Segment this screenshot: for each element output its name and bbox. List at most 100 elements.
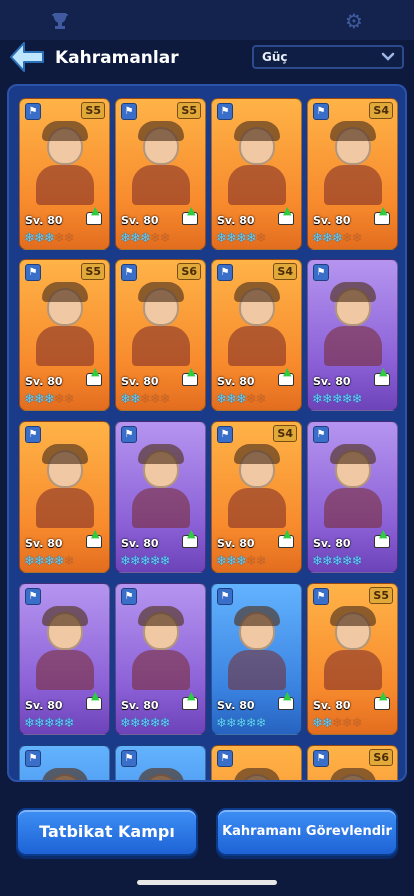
hero-card[interactable]: ⚑ S5 Sv. 80 ▲ ❄❄❄❄❄: [115, 98, 206, 250]
hero-portrait: [320, 282, 386, 366]
gear-upgrade-icon: ▲: [180, 527, 200, 549]
star-filled-icon: ❄: [149, 716, 161, 731]
hero-rank-badge: S5: [81, 263, 105, 280]
gear-icon[interactable]: ⚙: [343, 10, 365, 32]
star-filled-icon: ❄: [53, 554, 65, 569]
star-filled-icon: ❄: [129, 231, 141, 246]
star-filled-icon: ❄: [43, 392, 55, 407]
gear-upgrade-icon: ▲: [84, 689, 104, 711]
hero-list-panel[interactable]: ⚑ S5 Sv. 80 ▲ ❄❄❄❄❄ ⚑ S5 Sv. 80 ▲ ❄❄❄❄❄ ⚑ Sv. 80 ▲ ❄❄…: [7, 84, 407, 782]
star-filled-icon: ❄: [321, 716, 333, 731]
star-filled-icon: ❄: [159, 716, 171, 731]
star-empty-icon: ❄: [255, 554, 267, 569]
star-filled-icon: ❄: [341, 554, 353, 569]
star-filled-icon: ❄: [331, 392, 343, 407]
hero-class-icon: ⚑: [313, 588, 329, 605]
star-filled-icon: ❄: [159, 554, 171, 569]
hero-card[interactable]: ⚑ Sv. 80 ▲ ❄❄❄❄❄: [115, 583, 206, 735]
hero-class-icon: ⚑: [217, 750, 233, 767]
hero-card[interactable]: ⚑: [211, 745, 302, 780]
hero-level: Sv. 80: [217, 699, 255, 712]
star-filled-icon: ❄: [312, 716, 323, 731]
chevron-down-icon: [381, 49, 395, 65]
star-filled-icon: ❄: [351, 554, 363, 569]
star-filled-icon: ❄: [312, 554, 323, 569]
hero-portrait: [224, 768, 290, 780]
star-filled-icon: ❄: [120, 554, 131, 569]
hero-level: Sv. 80: [313, 699, 351, 712]
hero-level: Sv. 80: [217, 375, 255, 388]
gear-upgrade-icon: ▲: [372, 204, 392, 226]
hero-card[interactable]: ⚑ S5 Sv. 80 ▲ ❄❄❄❄❄: [307, 583, 398, 735]
star-filled-icon: ❄: [139, 554, 151, 569]
hero-card[interactable]: ⚑ Sv. 80 ▲ ❄❄❄❄❄: [211, 583, 302, 735]
gear-upgrade-icon: ▲: [180, 689, 200, 711]
star-filled-icon: ❄: [216, 716, 227, 731]
hero-card[interactable]: ⚑ Sv. 80 ▲ ❄❄❄❄❄: [115, 421, 206, 573]
star-filled-icon: ❄: [216, 231, 227, 246]
trophy-icon[interactable]: [49, 10, 71, 32]
hero-card[interactable]: ⚑ S6: [307, 745, 398, 780]
hero-card[interactable]: ⚑ S4 Sv. 80 ▲ ❄❄❄❄❄: [211, 421, 302, 573]
star-filled-icon: ❄: [24, 716, 35, 731]
star-empty-icon: ❄: [159, 231, 171, 246]
hero-card[interactable]: ⚑ Sv. 80 ▲ ❄❄❄❄❄: [19, 583, 110, 735]
hero-level: Sv. 80: [25, 375, 63, 388]
star-filled-icon: ❄: [245, 716, 257, 731]
hero-level: Sv. 80: [25, 537, 63, 550]
gear-upgrade-icon: ▲: [84, 527, 104, 549]
hero-portrait: [224, 444, 290, 528]
star-filled-icon: ❄: [216, 392, 227, 407]
hero-level: Sv. 80: [313, 375, 351, 388]
hero-rank-badge: S5: [177, 102, 201, 119]
hero-card[interactable]: ⚑ Sv. 80 ▲ ❄❄❄❄❄: [211, 98, 302, 250]
star-filled-icon: ❄: [235, 392, 247, 407]
hero-class-icon: ⚑: [217, 103, 233, 120]
star-filled-icon: ❄: [245, 231, 257, 246]
hero-portrait: [128, 121, 194, 205]
star-filled-icon: ❄: [225, 554, 237, 569]
hero-level: Sv. 80: [25, 699, 63, 712]
star-filled-icon: ❄: [331, 231, 343, 246]
hero-class-icon: ⚑: [121, 103, 137, 120]
hero-card[interactable]: ⚑ S6 Sv. 80 ▲ ❄❄❄❄❄: [115, 259, 206, 411]
star-empty-icon: ❄: [331, 716, 343, 731]
hero-card[interactable]: ⚑ S4 Sv. 80 ▲ ❄❄❄❄❄: [211, 259, 302, 411]
star-filled-icon: ❄: [351, 392, 363, 407]
hero-class-icon: ⚑: [313, 264, 329, 281]
gear-upgrade-icon: ▲: [276, 204, 296, 226]
back-arrow-icon[interactable]: [8, 40, 46, 74]
hero-portrait: [320, 768, 386, 780]
star-filled-icon: ❄: [120, 392, 131, 407]
star-filled-icon: ❄: [129, 716, 141, 731]
hero-card[interactable]: ⚑: [115, 745, 206, 780]
hero-card[interactable]: ⚑ Sv. 80 ▲ ❄❄❄❄❄: [19, 421, 110, 573]
star-filled-icon: ❄: [24, 392, 35, 407]
star-empty-icon: ❄: [139, 392, 151, 407]
star-filled-icon: ❄: [33, 554, 45, 569]
hero-rank-badge: S6: [369, 749, 393, 766]
hero-class-icon: ⚑: [313, 426, 329, 443]
hero-level: Sv. 80: [121, 375, 159, 388]
hero-class-icon: ⚑: [121, 426, 137, 443]
hero-card[interactable]: ⚑ S5 Sv. 80 ▲ ❄❄❄❄❄: [19, 259, 110, 411]
assign-hero-button[interactable]: Kahramanı Görevlendir: [216, 808, 398, 856]
star-filled-icon: ❄: [235, 554, 247, 569]
hero-class-icon: ⚑: [313, 750, 329, 767]
star-filled-icon: ❄: [321, 554, 333, 569]
sort-dropdown[interactable]: Güç: [252, 45, 404, 69]
hero-card[interactable]: ⚑ Sv. 80 ▲ ❄❄❄❄❄: [307, 421, 398, 573]
gear-upgrade-icon: ▲: [84, 365, 104, 387]
hero-portrait: [224, 121, 290, 205]
star-filled-icon: ❄: [216, 554, 227, 569]
hero-card[interactable]: ⚑ Sv. 80 ▲ ❄❄❄❄❄: [307, 259, 398, 411]
hero-card[interactable]: ⚑ S4 Sv. 80 ▲ ❄❄❄❄❄: [307, 98, 398, 250]
hero-card[interactable]: ⚑ S5 Sv. 80 ▲ ❄❄❄❄❄: [19, 98, 110, 250]
training-camp-button[interactable]: Tatbikat Kampı: [16, 808, 198, 856]
hero-card[interactable]: ⚑: [19, 745, 110, 780]
hero-level: Sv. 80: [25, 214, 63, 227]
star-empty-icon: ❄: [341, 716, 353, 731]
star-filled-icon: ❄: [225, 392, 237, 407]
hero-portrait: [32, 121, 98, 205]
hero-rank-badge: S5: [369, 587, 393, 604]
